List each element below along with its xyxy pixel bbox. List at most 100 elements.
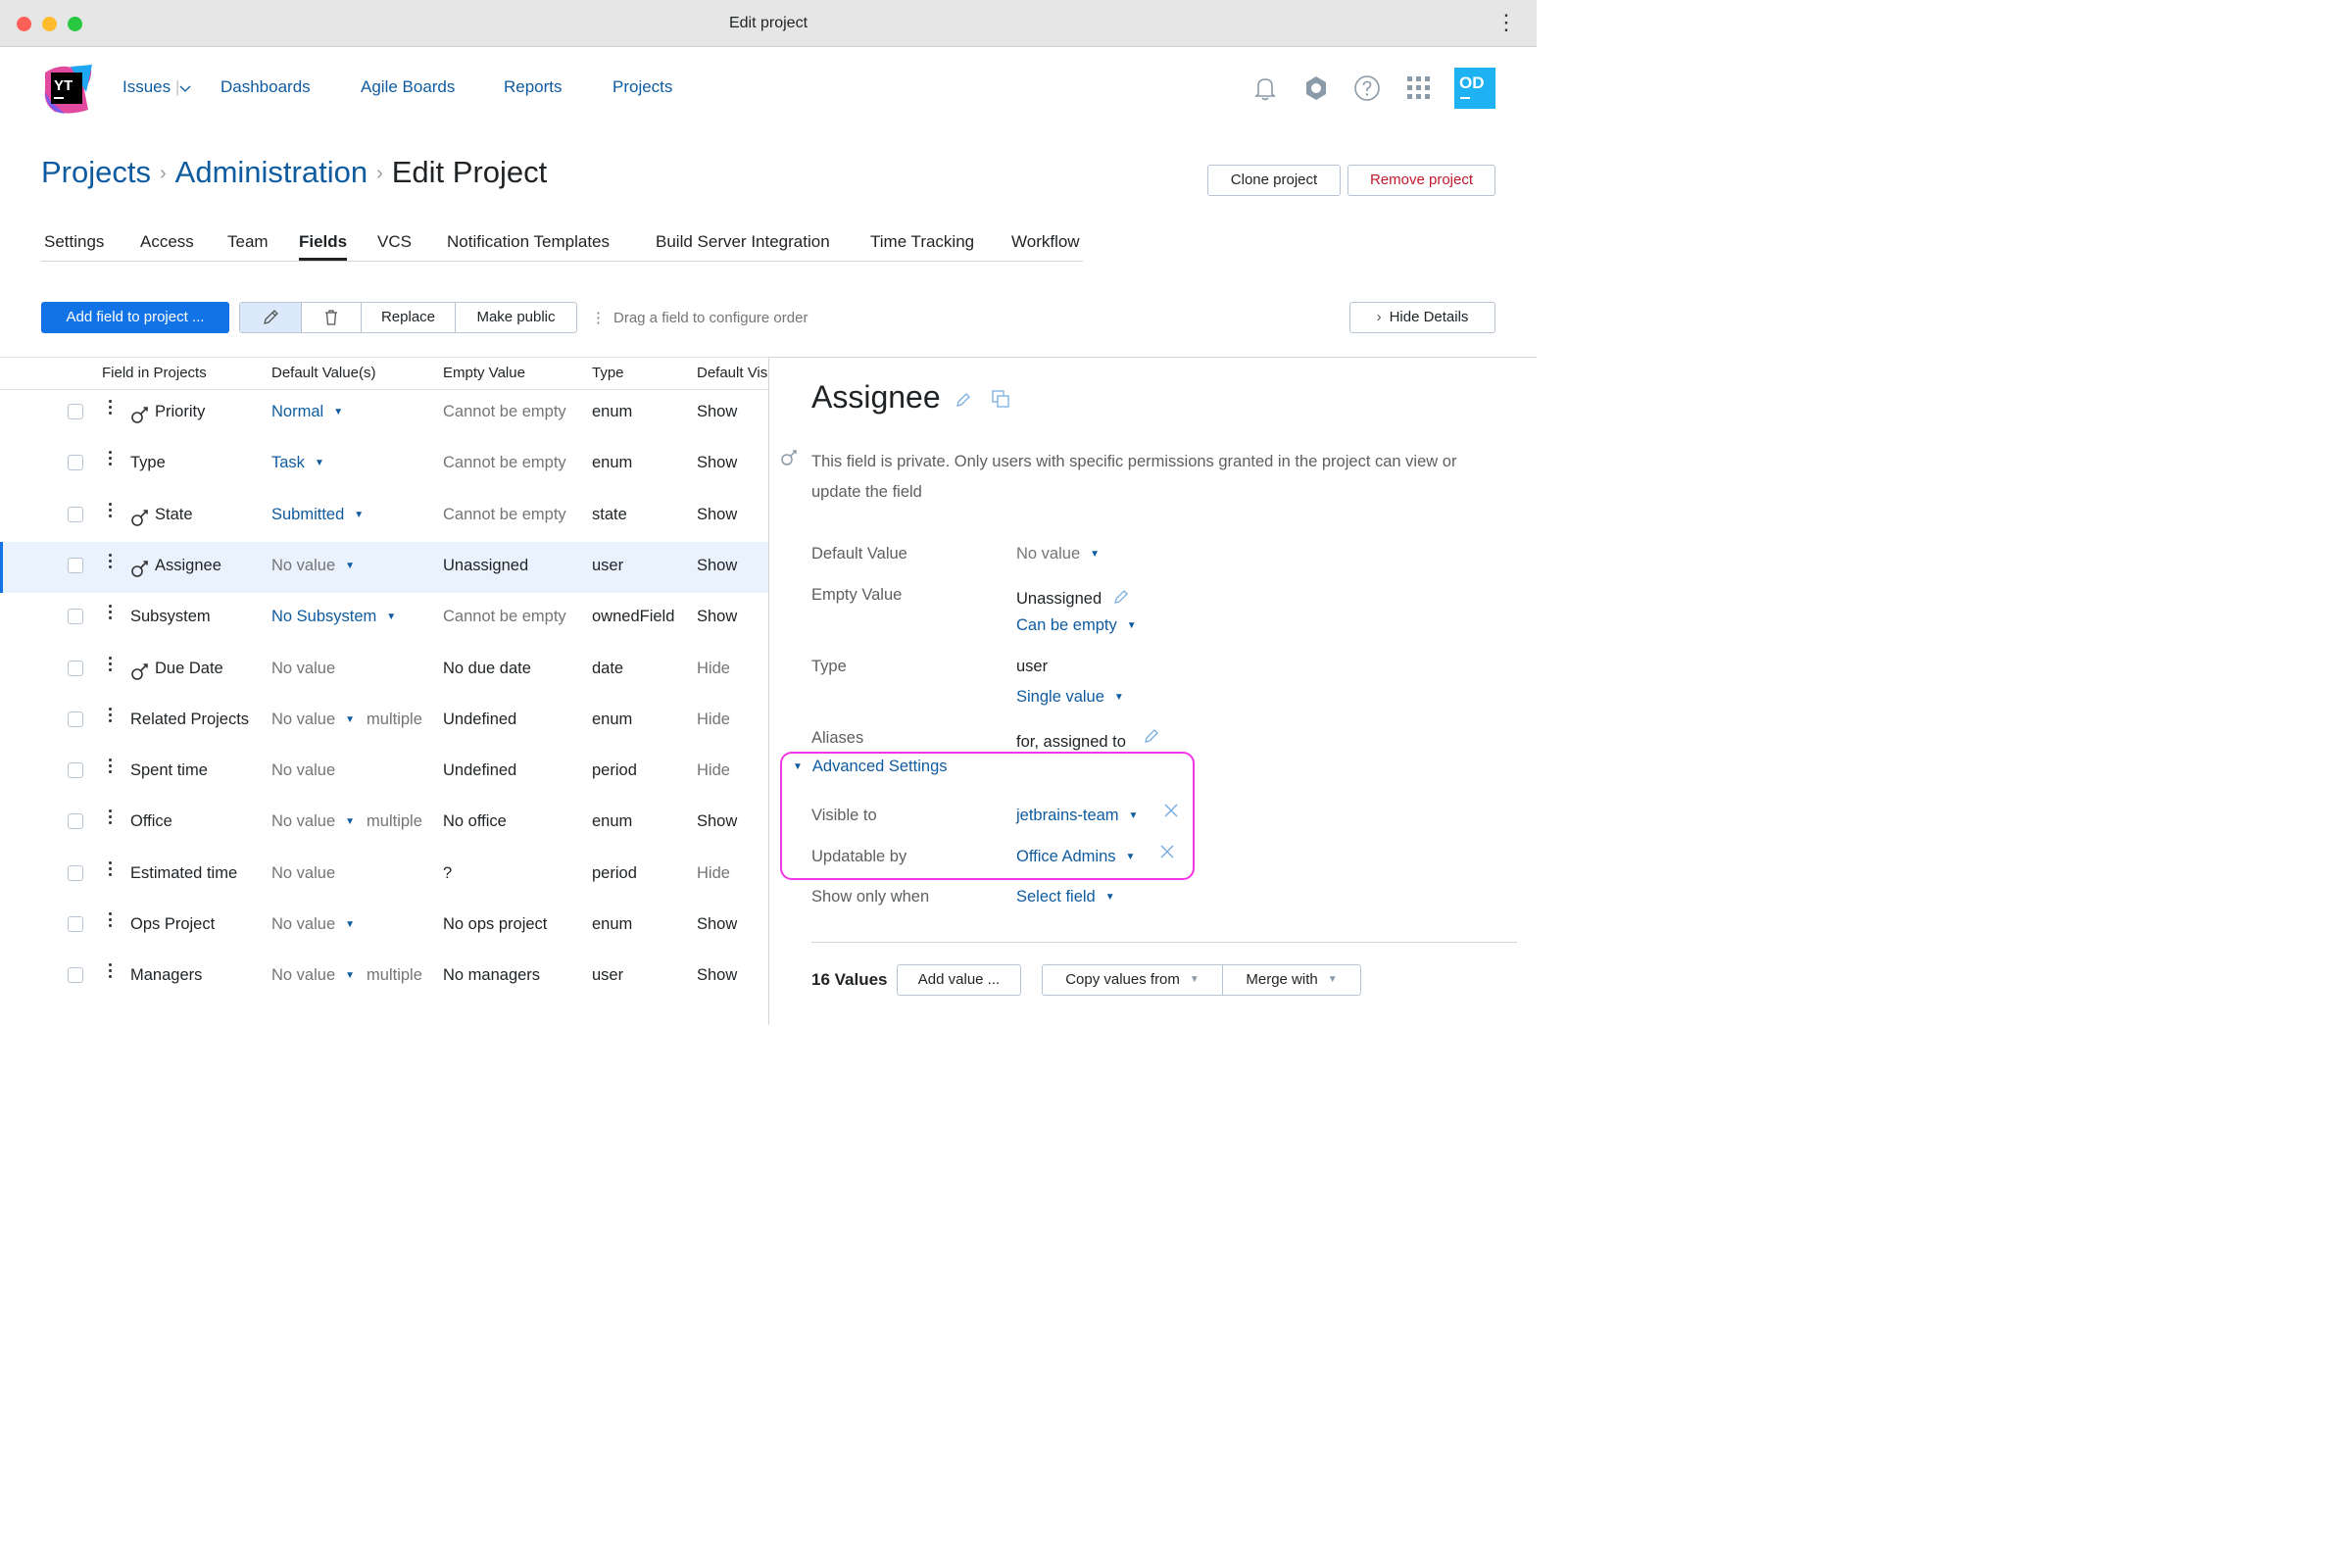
drag-handle-icon[interactable] [109, 656, 113, 676]
drag-handle-icon[interactable] [109, 759, 113, 778]
user-avatar[interactable]: OD [1454, 68, 1495, 109]
row-checkbox[interactable] [68, 864, 83, 881]
field-name[interactable]: Ops Project [130, 915, 215, 934]
nav-issues[interactable]: Issues [122, 77, 171, 97]
field-name[interactable]: Managers [130, 966, 202, 985]
field-name[interactable]: State [155, 506, 193, 524]
default-value-cell[interactable]: No value [271, 761, 335, 780]
field-name[interactable]: Priority [155, 403, 205, 421]
default-value-cell[interactable]: No Subsystem ▼ [271, 608, 396, 626]
tab-vcs[interactable]: VCS [377, 232, 412, 252]
default-value-dropdown[interactable]: No value ▼ [1016, 545, 1100, 564]
apps-grid-icon[interactable] [1405, 74, 1433, 102]
settings-gear-icon[interactable] [1302, 74, 1330, 102]
rename-pencil-icon[interactable] [955, 391, 972, 409]
row-checkbox[interactable] [68, 762, 83, 779]
field-name[interactable]: Assignee [155, 557, 221, 575]
table-row[interactable]: Subsystem No Subsystem ▼ Cannot be empty own… [0, 593, 768, 644]
clear-updatable-by-close-icon[interactable] [1160, 845, 1174, 858]
nav-projects[interactable]: Projects [612, 77, 672, 97]
remove-project-button[interactable]: Remove project [1348, 165, 1495, 196]
row-checkbox[interactable] [68, 916, 83, 932]
table-row[interactable]: Priority Normal ▼ Cannot be empty enum Show [0, 388, 768, 439]
edit-empty-value-pencil-icon[interactable] [1112, 588, 1130, 606]
field-name[interactable]: Due Date [155, 660, 223, 678]
column-header-default[interactable]: Default Value(s) [271, 365, 375, 381]
tab-build-server-integration[interactable]: Build Server Integration [656, 232, 830, 252]
updatable-by-dropdown[interactable]: Office Admins ▼ [1016, 848, 1135, 866]
nav-reports[interactable]: Reports [504, 77, 563, 97]
row-checkbox[interactable] [68, 455, 83, 471]
help-icon[interactable] [1353, 74, 1381, 102]
breadcrumb-projects[interactable]: Projects [41, 155, 151, 189]
window-menu-icon[interactable]: ⋮ [1495, 12, 1517, 33]
default-value-cell[interactable]: No value ▼ multiple [271, 966, 422, 985]
default-value-cell[interactable]: Task ▼ [271, 454, 324, 472]
drag-handle-icon[interactable] [109, 605, 113, 624]
drag-handle-icon[interactable] [109, 860, 113, 881]
table-row[interactable]: Assignee No value ▼ Unassigned user Show [0, 541, 768, 593]
delete-field-button[interactable] [301, 303, 361, 332]
make-public-button[interactable]: Make public [455, 303, 576, 332]
row-checkbox[interactable] [68, 967, 83, 984]
add-value-button[interactable]: Add value ... [897, 964, 1021, 996]
clear-visible-to-close-icon[interactable] [1164, 804, 1178, 817]
column-header-field[interactable]: Field in Projects [102, 365, 207, 381]
nav-dashboards[interactable]: Dashboards [220, 77, 311, 97]
table-row[interactable]: Due Date No value No due date date Hide [0, 645, 768, 696]
cardinality-dropdown[interactable]: Single value ▼ [1016, 688, 1124, 707]
table-row[interactable]: Type Task ▼ Cannot be empty enum Show [0, 439, 768, 490]
tab-workflow[interactable]: Workflow [1011, 232, 1080, 252]
drag-handle-icon[interactable] [109, 553, 113, 573]
default-value-cell[interactable]: No value [271, 660, 335, 678]
table-row[interactable]: State Submitted ▼ Cannot be empty state Show [0, 491, 768, 542]
row-checkbox[interactable] [68, 506, 83, 522]
column-header-empty[interactable]: Empty Value [443, 365, 525, 381]
table-row[interactable]: Spent time No value Undefined period Hide [0, 747, 768, 798]
row-checkbox[interactable] [68, 813, 83, 830]
drag-handle-icon[interactable] [109, 809, 113, 829]
tab-notification-templates[interactable]: Notification Templates [447, 232, 610, 252]
bell-icon[interactable] [1251, 74, 1279, 102]
column-header-visibility[interactable]: Default Vis [697, 365, 767, 381]
edit-aliases-pencil-icon[interactable] [1143, 727, 1160, 745]
default-value-cell[interactable]: No value ▼ [271, 557, 355, 575]
row-checkbox[interactable] [68, 660, 83, 676]
table-row[interactable]: Office No value ▼ multiple No office enum Show [0, 798, 768, 849]
field-name[interactable]: Related Projects [130, 710, 249, 729]
drag-handle-icon[interactable] [109, 400, 113, 419]
column-header-type[interactable]: Type [592, 365, 624, 381]
nav-agile-boards[interactable]: Agile Boards [361, 77, 455, 97]
chevron-down-icon[interactable] [179, 85, 191, 93]
tab-team[interactable]: Team [227, 232, 269, 252]
tab-fields[interactable]: Fields [299, 232, 348, 261]
add-field-button[interactable]: Add field to project ... [41, 302, 229, 333]
merge-with-button[interactable]: Merge with ▼ [1222, 964, 1361, 996]
visible-to-dropdown[interactable]: jetbrains-team ▼ [1016, 807, 1138, 825]
drag-handle-icon[interactable] [109, 912, 113, 932]
field-name[interactable]: Subsystem [130, 608, 211, 626]
edit-field-button[interactable] [240, 303, 301, 332]
row-checkbox[interactable] [68, 609, 83, 625]
field-name[interactable]: Estimated time [130, 864, 237, 883]
hide-details-button[interactable]: › Hide Details [1349, 302, 1495, 333]
empty-mode-dropdown[interactable]: Can be empty ▼ [1016, 616, 1137, 635]
tab-access[interactable]: Access [140, 232, 194, 252]
field-name[interactable]: Spent time [130, 761, 208, 780]
row-checkbox[interactable] [68, 404, 83, 419]
youtrack-logo[interactable]: YT [41, 63, 94, 116]
table-row[interactable]: Managers No value ▼ multiple No managers user… [0, 952, 768, 1003]
default-value-cell[interactable]: No value ▼ multiple [271, 710, 422, 729]
table-row[interactable]: Ops Project No value ▼ No ops project enum Sh… [0, 901, 768, 952]
copy-values-from-button[interactable]: Copy values from ▼ [1042, 964, 1223, 996]
copy-icon[interactable] [991, 389, 1010, 409]
tab-time-tracking[interactable]: Time Tracking [870, 232, 974, 252]
drag-handle-icon[interactable] [109, 502, 113, 522]
drag-handle-icon[interactable] [109, 451, 113, 470]
default-value-cell[interactable]: Normal ▼ [271, 403, 343, 421]
row-checkbox[interactable] [68, 710, 83, 727]
default-value-cell[interactable]: Submitted ▼ [271, 506, 364, 524]
row-checkbox[interactable] [68, 557, 83, 573]
table-row[interactable]: Estimated time No value? period Hide [0, 850, 768, 901]
advanced-settings-toggle[interactable]: ▼ Advanced Settings [793, 758, 948, 776]
